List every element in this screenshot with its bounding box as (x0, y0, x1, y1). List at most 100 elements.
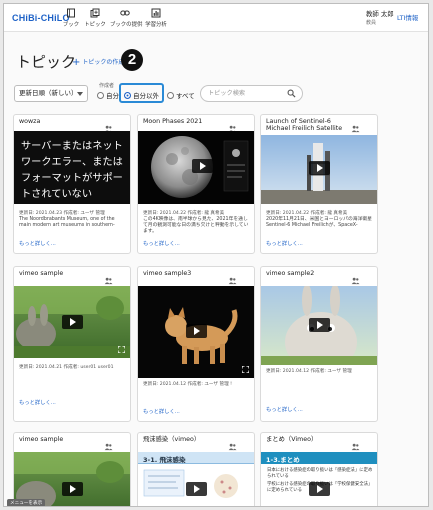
user-role: 教員 (366, 20, 377, 26)
topic-card[interactable]: 飛沫感染（vimeo） 3-1. 飛沫感染 (137, 432, 255, 506)
card-description: The Noordbrabants Museum, one of the mai… (19, 217, 115, 228)
sort-value: 更新日順（新しい） (19, 89, 78, 97)
card-meta: 更新日: 2021.04.12 作成者: ユーザ 管理 ! (143, 382, 232, 387)
nav-topics[interactable]: トピック (80, 8, 110, 28)
more-details-link[interactable]: もっと詳しく... (143, 407, 180, 415)
card-title: vimeo sample (19, 436, 64, 443)
card-actions (104, 270, 126, 303)
video-error-message: サーバーまたはネットワークエラー、またはフォーマットがサポートされていない (21, 141, 123, 200)
card-meta: 更新日: 2021.04.22 作成者: 龍 真希美 (143, 211, 225, 216)
card-header: Moon Phases 2021 (138, 115, 254, 151)
user-menu[interactable]: 教師 太郎 教員 (366, 9, 394, 26)
radio-mine-label: 自分 (106, 92, 119, 100)
people-icon[interactable] (351, 124, 360, 133)
people-icon[interactable] (104, 276, 113, 285)
video-thumbnail[interactable] (261, 286, 377, 365)
search-icon[interactable] (287, 89, 296, 98)
video-thumbnail[interactable] (138, 131, 254, 204)
more-details-link[interactable]: もっと詳しく... (143, 239, 180, 247)
slide-heading: 3-1. 飛沫感染 (143, 456, 186, 464)
radio-mine[interactable]: 自分 (97, 90, 119, 100)
card-actions (104, 436, 126, 469)
card-header: vimeo sample (14, 267, 130, 303)
card-meta: 更新日: 2021.04.12 作成者: ユーザ 管理 (266, 369, 352, 374)
topic-card[interactable]: Launch of Sentinel-6 Michael Freilich Sa… (260, 114, 378, 254)
people-icon[interactable] (228, 442, 237, 451)
nav-analytics-label: 学習分析 (145, 22, 167, 28)
people-icon[interactable] (104, 442, 113, 451)
top-header: CHiBi-CHiLO ブック トピック ブックの提供 学習分析 教師 太郎 教… (4, 4, 428, 32)
user-name: 教師 太郎 (366, 10, 394, 18)
card-header: vimeo sample3 (138, 267, 254, 303)
people-icon[interactable] (228, 276, 237, 285)
people-icon[interactable] (351, 442, 360, 451)
radio-circle-icon (167, 92, 174, 99)
sort-select[interactable]: 更新日順（新しい） (14, 85, 88, 102)
card-description: この4K映像は、南半球から見た、2021年を通して月の観測可能な日の満ち欠けと秤… (143, 217, 249, 234)
video-thumbnail[interactable]: 1-3.まとめ 日本における感染症の取り扱いは「感染症法」に定められている 学校… (261, 452, 377, 506)
card-meta: 更新日: 2021.04.22 作成者: 龍 真希美 (266, 211, 348, 216)
topic-card[interactable]: Moon Phases 2021 更新日: 2021.04.22 作成者: 龍 … (137, 114, 255, 254)
play-icon[interactable] (186, 324, 207, 338)
fullscreen-icon[interactable] (118, 346, 125, 353)
topic-card[interactable]: vimeo sample (13, 432, 131, 506)
video-thumbnail[interactable]: 3-1. 飛沫感染 (138, 452, 254, 506)
nav-book-sharing-label: ブックの提供 (110, 22, 143, 28)
card-actions (351, 118, 373, 151)
radio-all-label: すべて (176, 92, 195, 100)
play-icon[interactable] (192, 159, 213, 173)
lti-info-link[interactable]: LTI情報 (397, 13, 418, 22)
creator-filter-label: 作成者 (99, 83, 115, 89)
more-details-link[interactable]: もっと詳しく... (266, 405, 303, 413)
nav-analytics[interactable]: 学習分析 (141, 8, 171, 28)
plus-icon: + (72, 57, 81, 68)
play-icon[interactable] (309, 161, 330, 175)
annotation-highlight-box (119, 83, 164, 103)
video-thumbnail[interactable] (138, 286, 254, 378)
page-title: トピック (16, 54, 77, 71)
card-header: wowza (14, 115, 130, 151)
card-header: vimeo sample2 (261, 267, 377, 303)
show-menu-button[interactable]: メニューを表示 (7, 499, 46, 506)
topic-card[interactable]: wowza サーバーまたはネットワークエラー、またはフォーマットがサポートされて… (13, 114, 131, 254)
topic-card[interactable]: vimeo sample3 更新日: 2021.04.12 作成者: ユーザ 管 (137, 266, 255, 422)
play-icon[interactable] (62, 315, 83, 329)
search-placeholder: トピック検索 (208, 90, 246, 97)
slide-heading: 1-3.まとめ (266, 456, 300, 464)
card-actions (351, 270, 373, 303)
topic-card[interactable]: vimeo sample 更新日: 2021.04.21 作成者: user01… (13, 266, 131, 422)
play-icon[interactable] (186, 482, 207, 496)
play-icon[interactable] (309, 482, 330, 496)
card-header: Launch of Sentinel-6 Michael Freilich Sa… (261, 115, 377, 151)
radio-all[interactable]: すべて (167, 90, 195, 100)
card-title: vimeo sample2 (266, 270, 315, 277)
radio-circle-icon (97, 92, 104, 99)
card-title: vimeo sample3 (143, 270, 192, 277)
video-thumbnail[interactable] (14, 286, 130, 358)
people-icon[interactable] (351, 276, 360, 285)
fullscreen-icon[interactable] (242, 366, 249, 373)
topic-card[interactable]: vimeo sample2 更新日: 2021.04.12 作成者: ユーザ 管… (260, 266, 378, 422)
topic-icon (90, 8, 100, 18)
step-number-badge: 2 (121, 49, 143, 71)
video-thumbnail[interactable]: サーバーまたはネットワークエラー、またはフォーマットがサポートされていない (14, 131, 130, 204)
card-title: vimeo sample (19, 270, 64, 277)
more-details-link[interactable]: もっと詳しく... (19, 239, 56, 247)
video-thumbnail[interactable] (261, 135, 377, 204)
card-description: 2020年11月21日、米国とヨーロッパの海洋衛星Sentinel-6 Mich… (266, 217, 372, 228)
card-title: Launch of Sentinel-6 Michael Freilich Sa… (266, 118, 343, 132)
card-header: まとめ（Vimeo） (261, 433, 377, 469)
topic-search-input[interactable]: トピック検索 (200, 85, 303, 102)
card-title: まとめ（Vimeo） (266, 436, 318, 443)
more-details-link[interactable]: もっと詳しく... (266, 239, 303, 247)
card-title: 飛沫感染（vimeo） (143, 436, 201, 443)
card-title: Moon Phases 2021 (143, 118, 203, 125)
topic-card[interactable]: まとめ（Vimeo） 1-3.まとめ 日本における感染症の取り扱いは「感染症法」… (260, 432, 378, 506)
create-topic-button[interactable]: + トピックの作成 (72, 57, 124, 68)
slide-bullet: 日本における感染症の取り扱いは「感染症法」に定められている (267, 468, 373, 479)
card-actions (228, 118, 250, 151)
nav-book-sharing[interactable]: ブックの提供 (110, 8, 143, 28)
play-icon[interactable] (62, 482, 83, 496)
more-details-link[interactable]: もっと詳しく... (19, 398, 56, 406)
play-icon[interactable] (309, 318, 330, 332)
